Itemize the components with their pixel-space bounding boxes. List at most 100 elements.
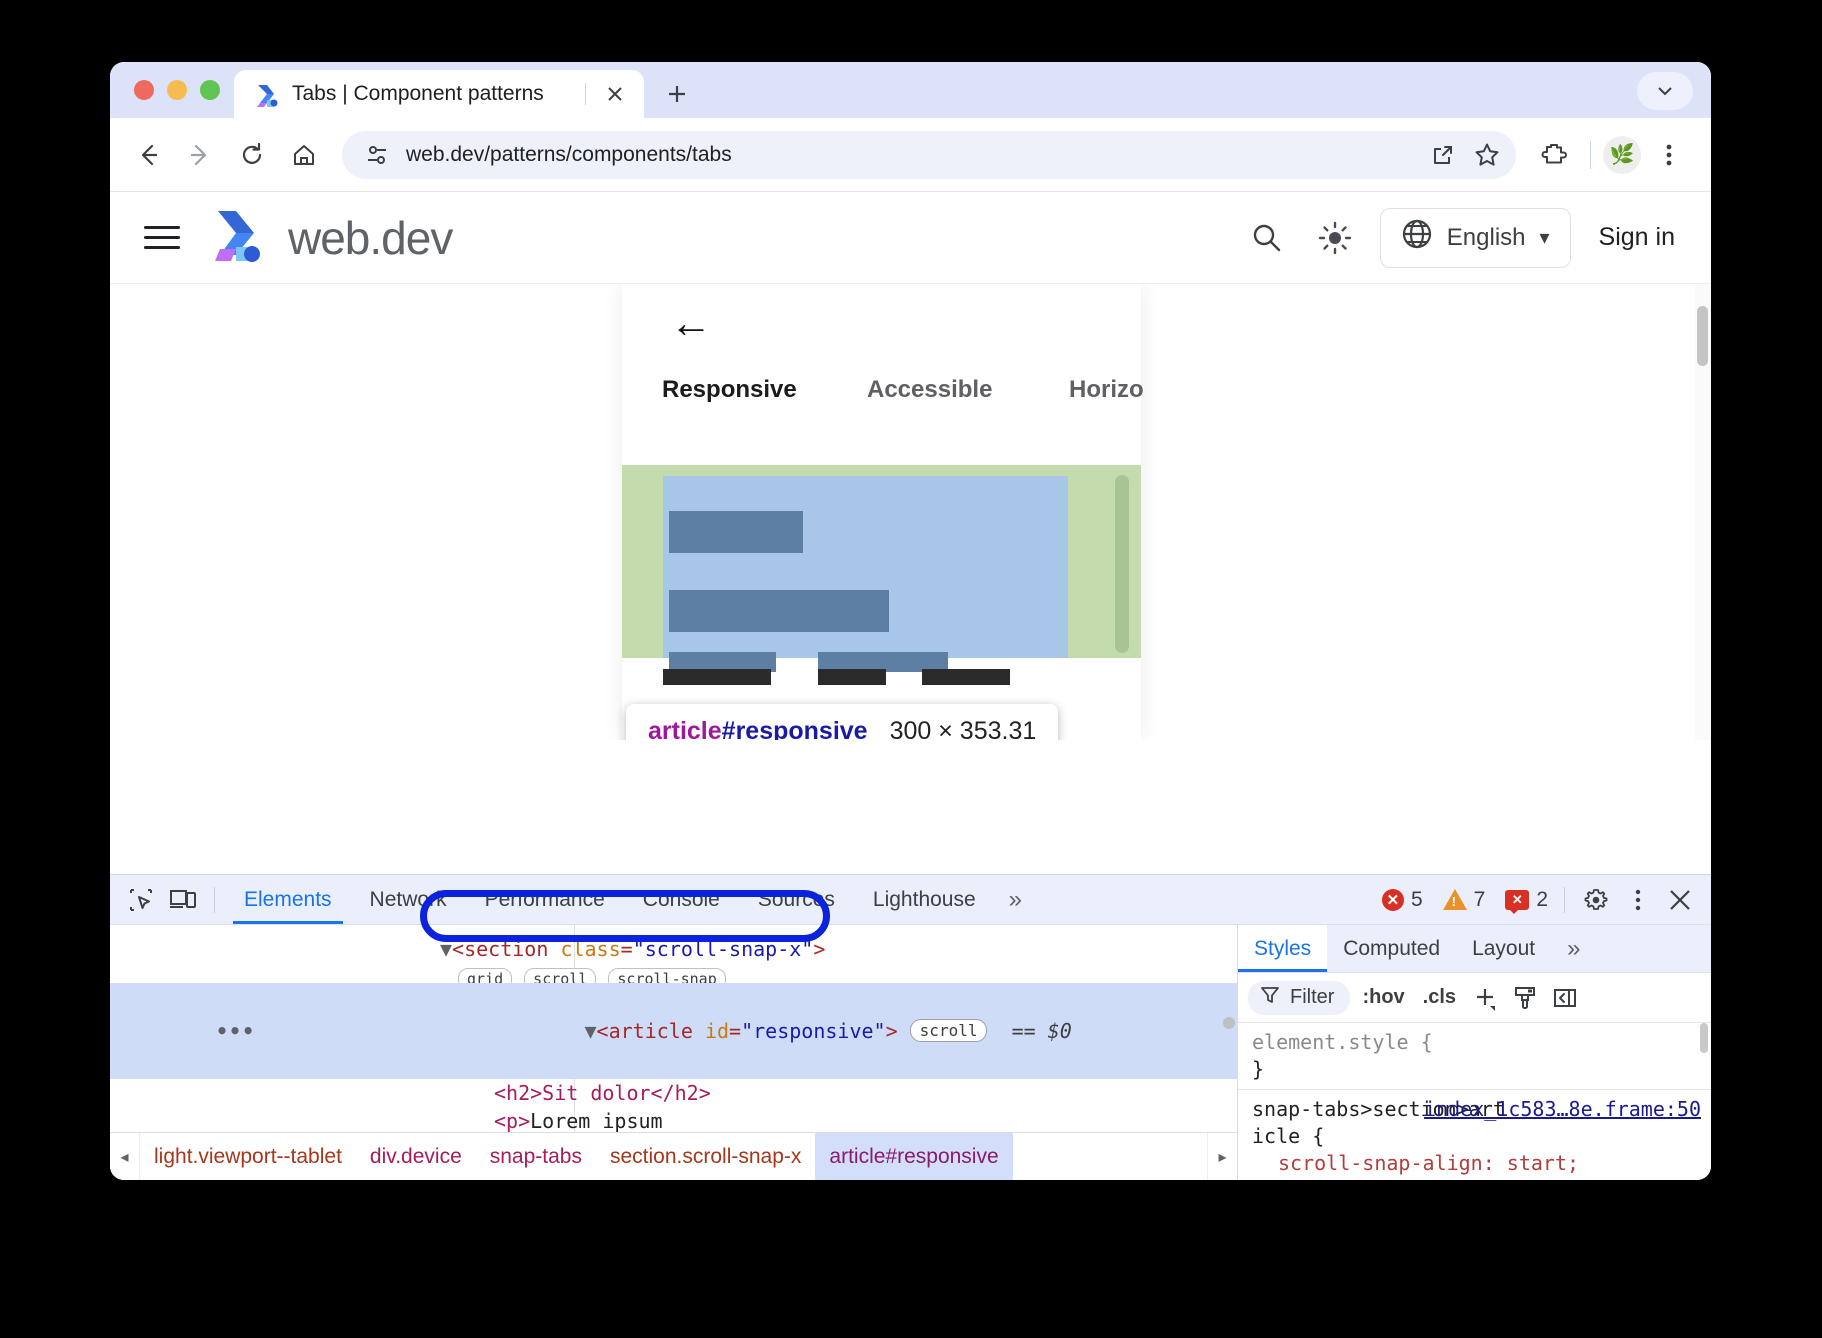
tab-sources[interactable]: Sources xyxy=(739,875,854,924)
breadcrumb-item-snap-tabs[interactable]: snap-tabs xyxy=(476,1133,596,1180)
close-tab-button[interactable] xyxy=(598,77,632,111)
avatar[interactable]: 🌿 xyxy=(1603,136,1641,174)
language-selector[interactable]: English ▾ xyxy=(1380,208,1571,268)
style-rule-selector[interactable]: element.style { xyxy=(1252,1029,1701,1056)
tab-elements[interactable]: Elements xyxy=(225,875,351,924)
style-prop-name[interactable]: scroll-snap-align xyxy=(1278,1151,1483,1175)
style-rule-snap-tabs-article[interactable]: index_1c583…8e.frame:50 snap-tabs>sectio… xyxy=(1238,1090,1711,1180)
three-dot-icon[interactable] xyxy=(1617,879,1659,921)
tab-lighthouse[interactable]: Lighthouse xyxy=(854,875,995,924)
styles-filter-input[interactable]: Filter xyxy=(1248,981,1350,1015)
chip-scroll-snap[interactable]: scroll-snap xyxy=(608,968,725,983)
tree-line-h2-one[interactable]: <h2>Sit dolor</h2> xyxy=(110,1079,1237,1107)
minimize-window-button[interactable] xyxy=(167,80,187,100)
breadcrumb-item-article[interactable]: article#responsive xyxy=(815,1133,1012,1180)
breadcrumb-next-button[interactable]: ▸ xyxy=(1207,1133,1237,1180)
back-button[interactable] xyxy=(124,131,172,179)
chip-scroll[interactable]: scroll xyxy=(524,968,596,983)
breadcrumb-spacer xyxy=(1013,1133,1207,1180)
site-settings-icon[interactable] xyxy=(362,140,392,170)
brand[interactable]: web.dev xyxy=(206,203,452,272)
tab-network[interactable]: Network xyxy=(351,875,466,924)
styles-more-tabs-button[interactable]: » xyxy=(1551,925,1596,972)
styles-scrollbar[interactable] xyxy=(1700,1023,1710,1180)
styles-panel: Styles Computed Layout » Filter :hov .cl… xyxy=(1238,925,1711,1180)
browser-tab[interactable]: Tabs | Component patterns xyxy=(234,70,644,118)
tab-layout[interactable]: Layout xyxy=(1456,925,1551,972)
tab-search-button[interactable] xyxy=(1637,72,1693,110)
tree-line-section[interactable]: ▼<section class="scroll-snap-x"> xyxy=(110,935,1237,963)
styles-scrollbar-thumb[interactable] xyxy=(1700,1023,1708,1053)
tab-title-divider xyxy=(585,83,586,105)
three-dot-icon[interactable] xyxy=(1645,131,1693,179)
tab-performance[interactable]: Performance xyxy=(466,875,624,924)
devtools-panel: Elements Network Performance Console Sou… xyxy=(110,874,1711,1180)
page-scrollbar[interactable] xyxy=(1695,284,1711,740)
home-button[interactable] xyxy=(280,131,328,179)
inspect-element-icon[interactable] xyxy=(120,879,162,921)
toggle-class-button[interactable]: .cls xyxy=(1417,986,1462,1009)
breadcrumb-prev-button[interactable]: ◂ xyxy=(110,1133,140,1180)
plus-icon[interactable] xyxy=(1468,981,1502,1015)
breadcrumb-item-section[interactable]: section.scroll-snap-x xyxy=(596,1133,815,1180)
issue-counter[interactable]: ✕ 2 xyxy=(1499,888,1554,912)
tree-line-article-selected[interactable]: •••▼<article id="responsive"> scroll == … xyxy=(110,983,1237,1079)
sun-icon[interactable] xyxy=(1312,215,1358,261)
error-counter[interactable]: ✕ 5 xyxy=(1376,888,1429,912)
breadcrumb-item-device[interactable]: div.device xyxy=(356,1133,476,1180)
panel-scrollbar-thumb[interactable] xyxy=(1115,475,1129,653)
error-count: 5 xyxy=(1411,888,1423,912)
styles-rules[interactable]: element.style { } index_1c583…8e.frame:5… xyxy=(1238,1023,1711,1180)
maximize-window-button[interactable] xyxy=(200,80,220,100)
chip-scroll-badge[interactable]: scroll xyxy=(910,1019,988,1042)
tree-row-menu-button[interactable]: ••• xyxy=(216,1017,255,1045)
paintbrush-icon[interactable] xyxy=(1508,981,1542,1015)
snap-tab-accessible[interactable]: Accessible xyxy=(867,376,1069,404)
device-toolbar-icon[interactable] xyxy=(162,879,204,921)
tree-section-attr: class xyxy=(560,937,620,961)
style-declaration[interactable]: scroll-snap-align: start; xyxy=(1252,1150,1701,1177)
warning-counter[interactable]: 7 xyxy=(1437,888,1492,912)
demo-back-arrow[interactable]: ← xyxy=(670,302,712,344)
tab-console[interactable]: Console xyxy=(624,875,739,924)
gear-icon[interactable] xyxy=(1575,879,1617,921)
address-bar[interactable]: web.dev/patterns/components/tabs xyxy=(342,131,1516,179)
skeleton-bar xyxy=(669,511,803,553)
style-rule-element-style[interactable]: element.style { } xyxy=(1238,1023,1711,1090)
toggle-hover-state-button[interactable]: :hov xyxy=(1356,986,1410,1009)
more-tabs-button[interactable]: » xyxy=(995,886,1036,914)
tab-computed[interactable]: Computed xyxy=(1327,925,1456,972)
breadcrumb-item-viewport[interactable]: light.viewport--tablet xyxy=(140,1133,356,1180)
dom-tree[interactable]: ▼<section class="scroll-snap-x"> grid sc… xyxy=(110,925,1237,1132)
page-scrollbar-thumb[interactable] xyxy=(1697,306,1708,366)
share-icon[interactable] xyxy=(1428,140,1458,170)
star-icon[interactable] xyxy=(1472,140,1502,170)
expand-arrow-icon[interactable]: ▼ xyxy=(585,1019,597,1043)
snap-tab-horizontal[interactable]: Horizo xyxy=(1069,376,1144,404)
chip-grid[interactable]: grid xyxy=(458,968,512,983)
tab-styles[interactable]: Styles xyxy=(1238,925,1327,972)
hamburger-icon[interactable] xyxy=(140,216,184,260)
tree-scrollbar-thumb[interactable] xyxy=(1223,1017,1235,1029)
issue-count: 2 xyxy=(1536,888,1548,912)
extensions-icon[interactable] xyxy=(1530,131,1578,179)
tree-line-p[interactable]: <p>Lorem ipsum dolor sit amet consectet … xyxy=(110,1107,730,1132)
style-prop-value[interactable]: start; xyxy=(1507,1151,1579,1175)
warning-count: 7 xyxy=(1474,888,1486,912)
close-icon[interactable] xyxy=(1659,879,1701,921)
site-header: web.dev xyxy=(110,192,1711,284)
snap-tab-responsive[interactable]: Responsive xyxy=(662,376,867,404)
expand-arrow-icon[interactable]: ▼ xyxy=(440,937,452,961)
forward-button[interactable] xyxy=(176,131,224,179)
search-icon[interactable] xyxy=(1244,215,1290,261)
close-window-button[interactable] xyxy=(134,80,154,100)
devtools-tabs: Elements Network Performance Console Sou… xyxy=(225,875,1036,924)
tree-line-chips[interactable]: grid scroll scroll-snap xyxy=(110,963,1237,983)
skeleton-bar xyxy=(669,590,889,632)
reload-button[interactable] xyxy=(228,131,276,179)
sidebar-toggle-icon[interactable] xyxy=(1548,981,1582,1015)
sign-in-link[interactable]: Sign in xyxy=(1593,223,1689,252)
new-tab-button[interactable] xyxy=(656,73,698,115)
style-rule-source-link[interactable]: index_1c583…8e.frame:50 xyxy=(1424,1096,1701,1123)
tree-line-chips-top[interactable] xyxy=(110,927,1237,935)
